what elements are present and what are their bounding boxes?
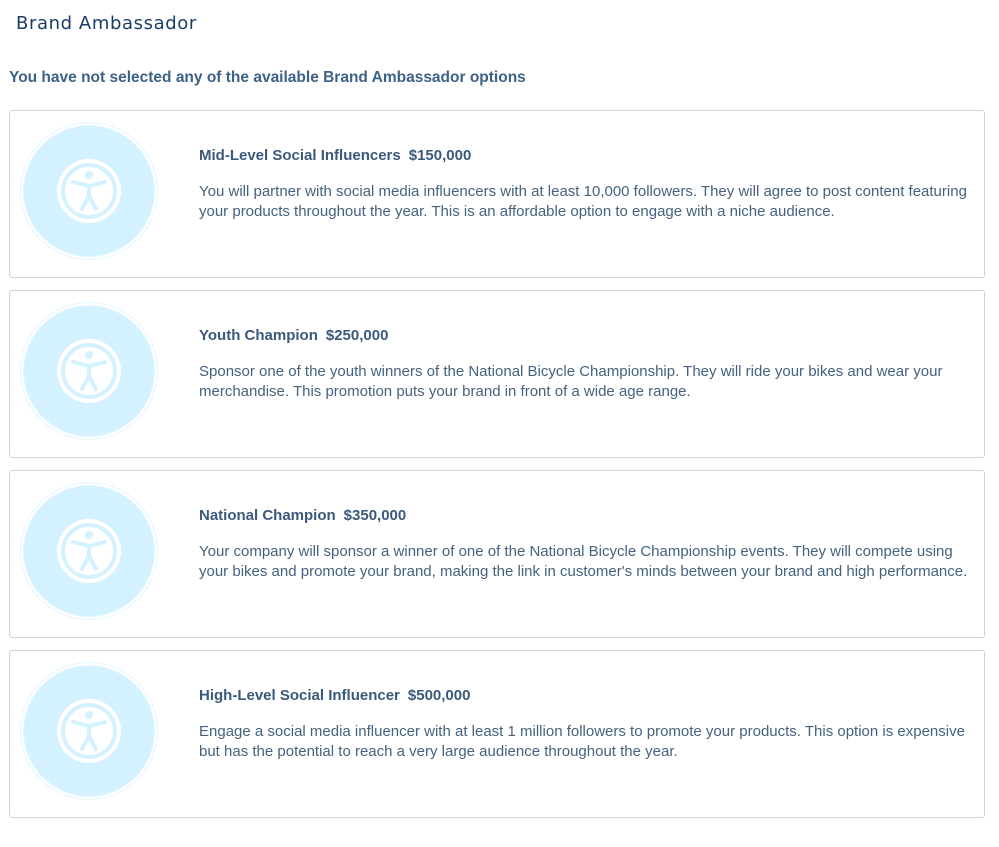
option-text: National Champion $350,000 Your company w… — [199, 507, 974, 582]
option-card-youth-champion[interactable]: Youth Champion $250,000 Sponsor one of th… — [9, 290, 985, 458]
accessibility-icon — [20, 302, 158, 440]
option-description: Your company will sponsor a winner of on… — [199, 543, 968, 580]
option-title: Youth Champion $250,000 — [199, 327, 974, 344]
option-card-national-champion[interactable]: National Champion $350,000 Your company w… — [9, 470, 985, 638]
accessibility-icon — [20, 122, 158, 260]
options-list: Mid-Level Social Influencers $150,000 You… — [9, 110, 985, 830]
option-title: Mid-Level Social Influencers $150,000 — [199, 147, 974, 164]
option-price: $250,000 — [325, 327, 389, 344]
option-price: $500,000 — [407, 687, 471, 704]
option-price: $350,000 — [343, 507, 407, 524]
option-text: Youth Champion $250,000 Sponsor one of th… — [199, 327, 974, 402]
option-title: National Champion $350,000 — [199, 507, 974, 524]
option-description: Sponsor one of the youth winners of the … — [199, 363, 943, 400]
option-name: Youth Champion — [199, 327, 318, 344]
option-text: Mid-Level Social Influencers $150,000 You… — [199, 147, 974, 222]
option-price: $150,000 — [408, 147, 472, 164]
option-description: You will partner with social media influ… — [199, 183, 967, 220]
option-card-mid-level-social-influencers[interactable]: Mid-Level Social Influencers $150,000 You… — [9, 110, 985, 278]
option-description: Engage a social media influencer with at… — [199, 723, 965, 760]
option-title: High-Level Social Influencer $500,000 — [199, 687, 974, 704]
option-name: High-Level Social Influencer — [199, 687, 400, 704]
option-name: National Champion — [199, 507, 336, 524]
option-name: Mid-Level Social Influencers — [199, 147, 401, 164]
option-card-high-level-social-influencer[interactable]: High-Level Social Influencer $500,000 Eng… — [9, 650, 985, 818]
selection-status-text: You have not selected any of the availab… — [9, 69, 526, 86]
page-title: Brand Ambassador — [16, 13, 197, 34]
accessibility-icon — [20, 482, 158, 620]
accessibility-icon — [20, 662, 158, 800]
option-text: High-Level Social Influencer $500,000 Eng… — [199, 687, 974, 762]
